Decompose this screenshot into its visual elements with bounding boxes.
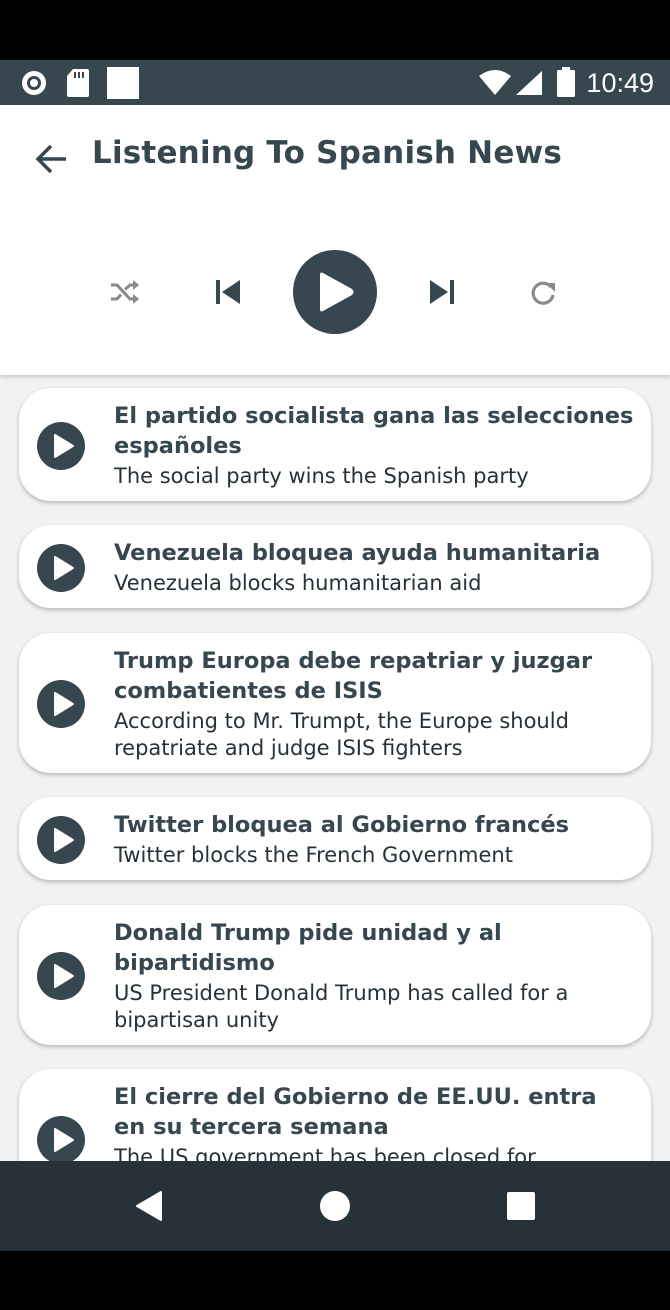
play-item-button[interactable] (37, 952, 85, 1000)
app-content: Listening To Spanish News El partido soc… (0, 105, 670, 1161)
next-button[interactable] (426, 277, 458, 311)
skip-next-icon (430, 280, 454, 304)
item-title: El partido socialista gana las seleccion… (114, 403, 634, 459)
item-title: Venezuela bloquea ayuda humanitaria (114, 540, 601, 566)
previous-button[interactable] (212, 277, 244, 311)
skip-previous-icon (216, 280, 240, 304)
navigation-bar (0, 1161, 670, 1251)
play-item-button[interactable] (37, 1116, 85, 1161)
list-item[interactable]: Trump Europa debe repatriar y juzgar com… (19, 633, 651, 773)
list-item[interactable]: Twitter bloquea al Gobierno francés Twit… (19, 797, 651, 880)
play-icon (54, 434, 74, 458)
status-time: 10:49 (586, 68, 654, 98)
top-black-bar (0, 0, 670, 60)
item-title: Trump Europa debe repatriar y juzgar com… (114, 648, 593, 704)
play-icon (54, 964, 74, 988)
repeat-button[interactable] (529, 279, 557, 311)
item-title: Donald Trump pide unidad y al bipartidis… (114, 920, 502, 976)
arrow-back-icon (35, 144, 66, 174)
item-title: El cierre del Gobierno de EE.UU. entra e… (114, 1084, 597, 1140)
item-title: Twitter bloquea al Gobierno francés (114, 812, 569, 838)
sd-card-icon (66, 68, 90, 102)
list-item[interactable]: Donald Trump pide unidad y al bipartidis… (19, 905, 651, 1045)
play-item-button[interactable] (37, 816, 85, 864)
list-item[interactable]: El cierre del Gobierno de EE.UU. entra e… (19, 1069, 651, 1161)
back-button[interactable] (30, 137, 74, 181)
item-translation: Twitter blocks the French Government (114, 843, 513, 867)
item-translation: According to Mr. Trumpt, the Europe shou… (114, 709, 569, 760)
play-item-button[interactable] (37, 544, 85, 592)
nav-recents-button[interactable] (506, 1191, 536, 1225)
battery-icon (557, 67, 575, 101)
white-square-icon (107, 67, 139, 103)
play-item-button[interactable] (37, 422, 85, 470)
player-header: Listening To Spanish News (0, 105, 670, 375)
bottom-black-bar (0, 1251, 670, 1310)
nav-recents-icon (507, 1192, 535, 1220)
item-translation: The US government has been closed for (114, 1145, 536, 1161)
item-translation: The social party wins the Spanish party (114, 464, 529, 488)
signal-icon (515, 70, 543, 100)
record-icon (20, 69, 48, 101)
list-item[interactable]: El partido socialista gana las seleccion… (19, 388, 651, 501)
repeat-icon (531, 281, 555, 305)
page-title: Listening To Spanish News (92, 135, 563, 171)
play-pause-button[interactable] (292, 249, 378, 339)
play-icon (54, 1128, 74, 1152)
item-translation: US President Donald Trump has called for… (114, 981, 569, 1032)
play-icon (54, 828, 74, 852)
play-icon (54, 692, 74, 716)
wifi-icon (478, 70, 512, 100)
item-translation: Venezuela blocks humanitarian aid (114, 571, 482, 595)
nav-home-button[interactable] (319, 1190, 351, 1226)
list-item[interactable]: Venezuela bloquea ayuda humanitaria Vene… (19, 525, 651, 608)
nav-back-icon (136, 1191, 162, 1221)
shuffle-button[interactable] (108, 277, 142, 311)
nav-back-button[interactable] (133, 1189, 165, 1227)
nav-home-icon (320, 1191, 350, 1221)
shuffle-icon (111, 280, 139, 304)
play-item-button[interactable] (37, 680, 85, 728)
play-icon (54, 556, 74, 580)
status-bar: 10:49 (0, 60, 670, 105)
play-icon (293, 250, 377, 334)
